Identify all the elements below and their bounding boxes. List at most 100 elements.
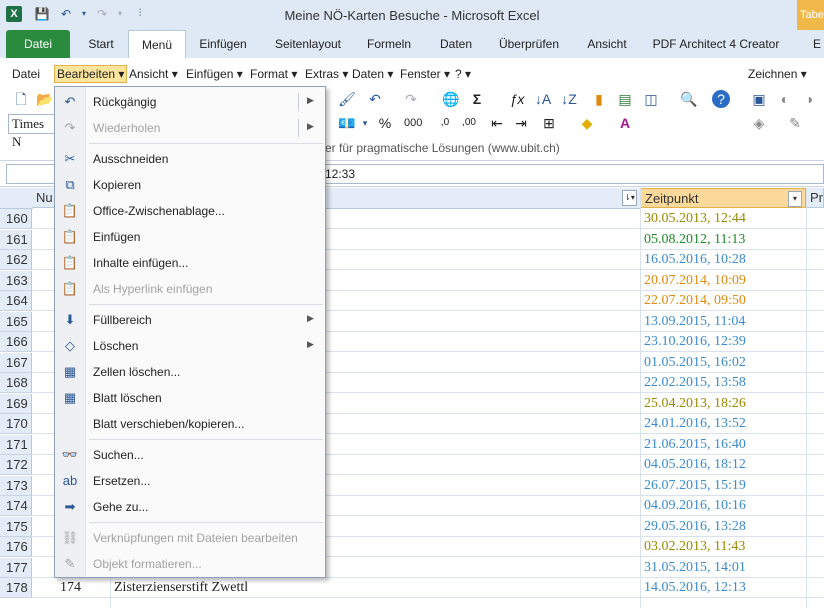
chart-icon[interactable]: ▮ [590,90,608,108]
menu-item-office-zwischenablage[interactable]: 📋 Office-Zwischenablage... [55,198,325,224]
menu-einfuegen[interactable]: Einfügen ▾ [186,66,243,82]
menu-item-blatt-löschen[interactable]: ▦ Blatt löschen [55,385,325,411]
cell-zeitpunkt[interactable]: 21.06.2015, 16:40 [644,436,746,454]
menu-item-gehe-zu[interactable]: ➡ Gehe zu... [55,494,325,520]
row-header[interactable]: 168 [0,373,32,393]
redo-icon[interactable]: ↷ [402,90,420,108]
menu-bearbeiten[interactable]: Bearbeiten ▾ [54,65,128,83]
menu-extras[interactable]: Extras ▾ [305,66,348,82]
cell-zeitpunkt[interactable]: 22.02.2015, 13:58 [644,374,746,392]
tab-e[interactable]: E [810,30,824,58]
decrease-indent-icon[interactable]: ⇤ [488,114,506,132]
row-header[interactable]: 174 [0,496,32,516]
contextual-tab-label[interactable]: Tabe [797,0,824,30]
borders-icon[interactable]: ⊞ [540,114,558,132]
menu-item-kopieren[interactable]: ⧉ Kopieren [55,172,325,198]
menu-item-suchen[interactable]: 👓 Suchen... [55,442,325,468]
row-header[interactable]: 165 [0,311,32,332]
row-header[interactable]: 164 [0,291,32,311]
tab-datei[interactable]: Datei [6,30,70,58]
font-color-icon[interactable]: A [616,114,634,132]
thousands-separator-icon[interactable]: 000 [404,114,422,132]
cell-zeitpunkt[interactable]: 05.08.2012, 11:13 [644,231,745,249]
column-header-zeitpunkt[interactable]: Zeitpunkt ▾ [640,188,806,208]
menu-zeichnen[interactable]: Zeichnen ▾ [748,66,807,82]
zoom-icon[interactable]: 🔍 [680,90,698,108]
shapes-icon[interactable]: ◫ [642,90,660,108]
menu-ansicht[interactable]: Ansicht ▾ [129,66,178,82]
cell-number[interactable]: 174 [60,579,81,597]
hyperlink-icon[interactable]: 🌐 [442,90,460,108]
pen-icon[interactable]: ✎ [786,114,804,132]
tab-ansicht[interactable]: Ansicht [580,30,634,58]
cell-zeitpunkt[interactable]: 22.07.2014, 09:50 [644,292,746,310]
row-header[interactable]: 163 [0,270,32,291]
open-folder-icon[interactable]: 📂 [36,90,54,108]
cell-zeitpunkt[interactable]: 31.05.2015, 14:01 [644,559,746,577]
tab-formeln[interactable]: Formeln [362,30,416,58]
increase-decimal-icon[interactable]: ,0 [436,114,454,132]
row-header[interactable]: 178 [0,578,32,598]
row-header[interactable]: 166 [0,332,32,352]
tab-start[interactable]: Start [80,30,122,58]
tab-ueberpruefen[interactable]: Überprüfen [494,30,564,58]
table-row[interactable]: 174 Zisterzienserstift Zwettl 14.05.2016, … [32,578,824,598]
shape-outline-icon[interactable]: ◑ [800,90,818,108]
menu-item-ausschneiden[interactable]: ✂ Ausschneiden [55,146,325,172]
cell-zeitpunkt[interactable]: 20.07.2014, 10:09 [644,272,746,290]
function-icon[interactable]: ƒx [508,90,526,108]
tab-pdf-architect[interactable]: PDF Architect 4 Creator [648,30,784,58]
row-header[interactable]: 167 [0,352,32,373]
fill-color-icon[interactable]: ◆ [578,114,596,132]
cell-zeitpunkt[interactable]: 13.09.2015, 11:04 [644,313,745,331]
cell-zeitpunkt[interactable]: 23.10.2016, 12:39 [644,333,746,351]
cell-zeitpunkt[interactable]: 03.02.2013, 11:43 [644,538,745,556]
help-icon[interactable]: ? [712,90,730,108]
menu-item-inhalte-einfügen[interactable]: 📋 Inhalte einfügen... [55,250,325,276]
row-header[interactable]: 170 [0,414,32,434]
undo-icon[interactable]: ↶ [366,90,384,108]
increase-indent-icon[interactable]: ⇥ [512,114,530,132]
decrease-decimal-icon[interactable]: ,00 [460,114,478,132]
menu-daten[interactable]: Daten ▾ [352,66,393,82]
cell-zeitpunkt[interactable]: 30.05.2013, 12:44 [644,210,746,228]
percent-icon[interactable]: % [376,114,394,132]
cell-zeitpunkt[interactable]: 04.09.2016, 10:16 [644,497,746,515]
submenu-arrow-icon[interactable]: ▶ [307,339,314,350]
tab-einfuegen[interactable]: Einfügen [192,30,254,58]
menu-item-einfügen[interactable]: 📋 Einfügen [55,224,325,250]
menu-item-zellen-löschen[interactable]: ▦ Zellen löschen... [55,359,325,385]
row-header[interactable]: 161 [0,229,32,250]
menu-datei[interactable]: Datei [12,66,40,82]
cell-zeitpunkt[interactable]: 26.07.2015, 15:19 [644,477,746,495]
row-header[interactable]: 172 [0,455,32,475]
menu-format[interactable]: Format ▾ [250,66,297,82]
select-all-corner[interactable] [0,188,33,209]
cell-zeitpunkt[interactable]: 24.01.2016, 13:52 [644,415,746,433]
menu-fenster[interactable]: Fenster ▾ [400,66,450,82]
picture-icon[interactable]: ▣ [750,90,768,108]
sort-descending-icon[interactable]: ↓Z [560,90,578,108]
shape-fill-icon[interactable]: ◐ [776,90,794,108]
row-header[interactable]: 173 [0,475,32,496]
row-header[interactable]: 162 [0,250,32,270]
font-name-box[interactable]: Times N [8,114,57,149]
format-painter-icon[interactable]: 🖌 [338,90,356,108]
cell-zeitpunkt[interactable]: 01.05.2015, 16:02 [644,354,746,372]
cell-zeitpunkt[interactable]: 16.05.2016, 10:28 [644,251,746,269]
menu-item-ersetzen[interactable]: ab Ersetzen... [55,468,325,494]
row-header[interactable]: 171 [0,434,32,455]
filter-sorted-icon[interactable]: ⇂▾ [622,190,637,206]
menu-item-blatt-verschieben-kopieren[interactable]: Blatt verschieben/kopieren... [55,411,325,437]
currency-format-icon[interactable]: 💶 [338,114,356,132]
cell-name[interactable]: Zisterzienserstift Zwettl [114,579,248,597]
cell-zeitpunkt[interactable]: 25.04.2013, 18:26 [644,395,746,413]
row-header[interactable]: 160 [0,209,32,229]
autosum-icon[interactable]: Σ [468,90,486,108]
menu-item-füllbereich[interactable]: ⬇ Füllbereich ▶ [55,307,325,333]
currency-dropdown-icon[interactable]: ▾ [356,114,374,132]
row-header[interactable]: 177 [0,557,32,578]
row-header[interactable]: 169 [0,393,32,414]
row-header[interactable]: 176 [0,537,32,557]
submenu-arrow-icon[interactable]: ▶ [307,313,314,324]
